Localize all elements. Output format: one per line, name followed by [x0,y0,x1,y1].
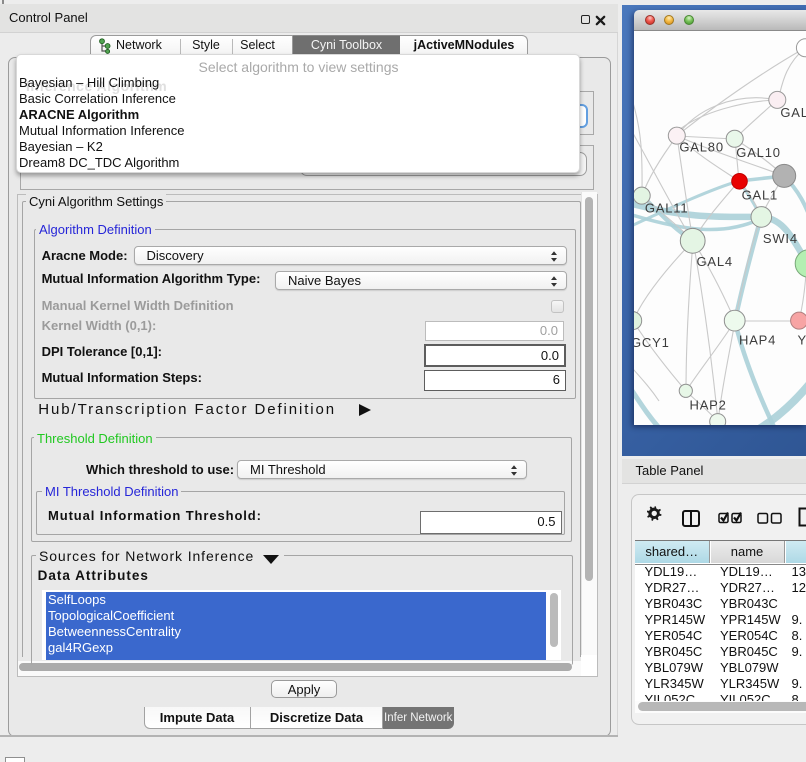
svg-text:GAL7: GAL7 [780,104,806,119]
svg-text:GAL4: GAL4 [697,253,733,268]
svg-text:GAL1: GAL1 [742,187,778,202]
svg-text:GAL10: GAL10 [736,144,780,159]
svg-text:GAL11: GAL11 [645,200,689,215]
svg-text:HAP2: HAP2 [690,397,727,412]
svg-text:GAL80: GAL80 [679,139,723,154]
svg-text:GCY1: GCY1 [634,335,670,350]
svg-text:Y: Y [798,332,806,347]
svg-text:HAP4: HAP4 [739,332,776,347]
svg-text:SWI4: SWI4 [763,231,798,246]
